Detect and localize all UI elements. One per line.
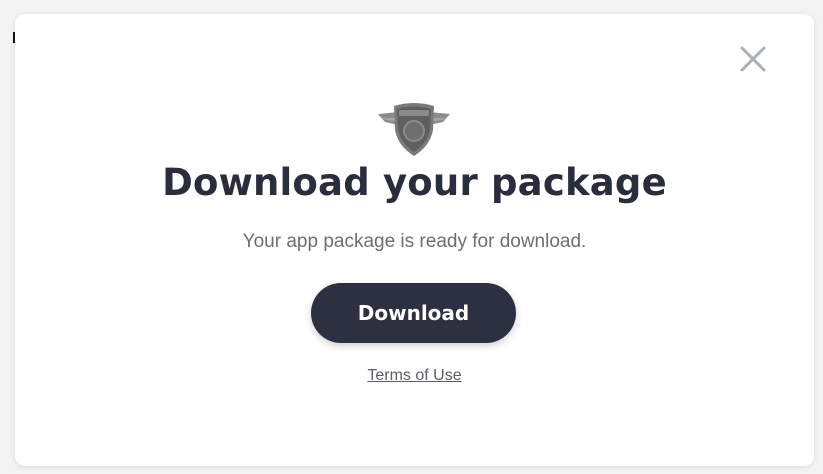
winged-shield-logo — [375, 100, 453, 160]
download-modal: Download your package Your app package i… — [15, 14, 814, 466]
modal-title: Download your package — [162, 161, 667, 204]
download-button[interactable]: Download — [311, 283, 516, 343]
terms-of-use-container: Terms of Use — [15, 365, 814, 387]
terms-of-use-link[interactable]: Terms of Use — [367, 367, 461, 384]
close-icon — [740, 46, 766, 72]
close-button[interactable] — [738, 44, 768, 74]
modal-subtitle: Your app package is ready for download. — [242, 231, 587, 252]
